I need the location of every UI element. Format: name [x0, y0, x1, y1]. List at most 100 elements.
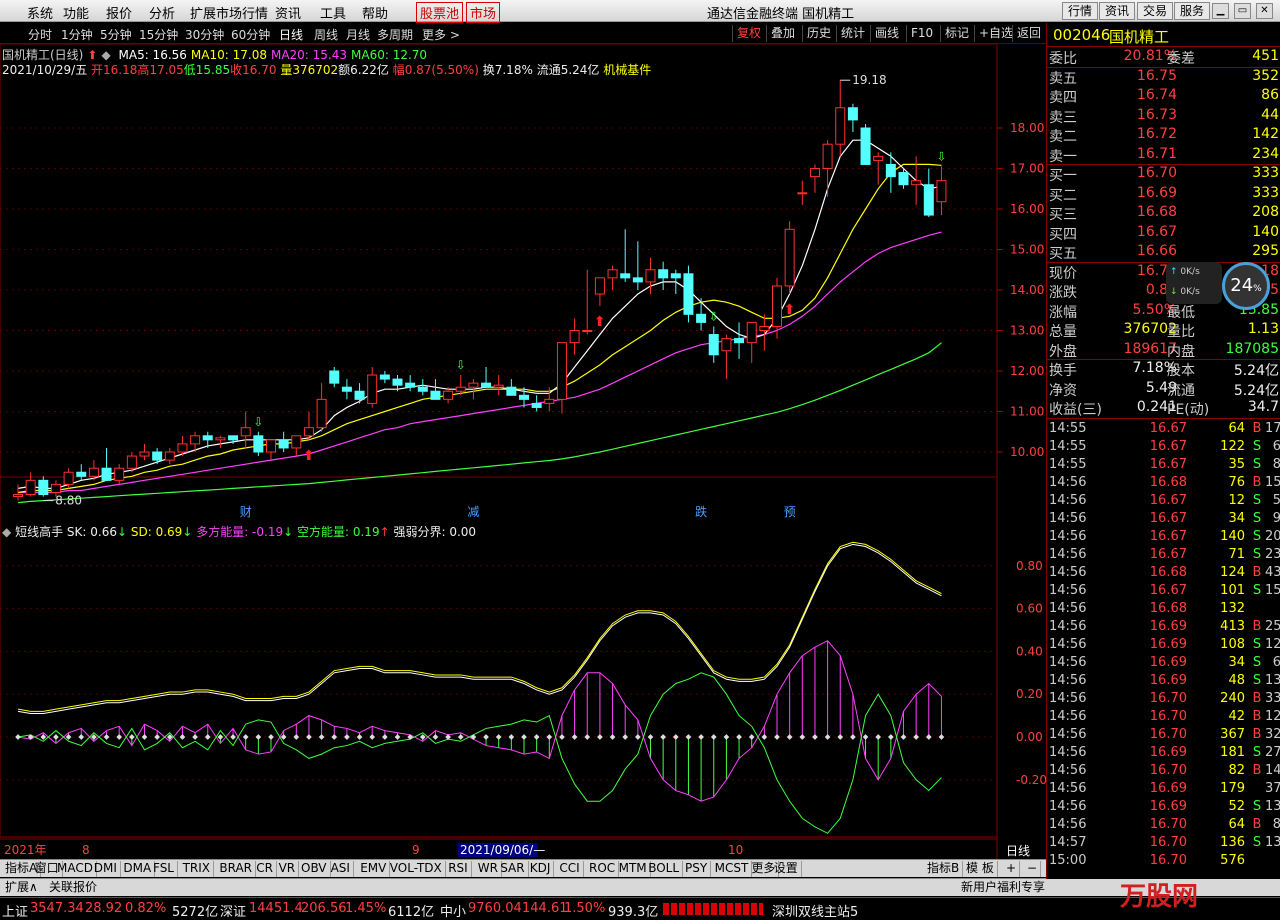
toolbar-button[interactable]: +自选: [974, 25, 1017, 42]
indicator-tab-right[interactable]: −: [1024, 861, 1042, 877]
tick-row: 14:56 16.69 108 S 12: [1047, 637, 1280, 655]
market-button[interactable]: 市场: [466, 2, 501, 23]
indicator-tab[interactable]: VR: [276, 861, 300, 877]
indicator-tab-right[interactable]: +: [1003, 861, 1021, 877]
tick-row: 15:00 16.70 576: [1047, 853, 1280, 871]
period-tab[interactable]: 15分钟: [139, 26, 178, 43]
zero-dot: [938, 734, 945, 740]
tick-price: 16.69: [1149, 618, 1187, 634]
period-tab[interactable]: 更多 >: [422, 26, 460, 43]
toolbar-button[interactable]: 复权: [732, 25, 765, 42]
indicator-tab[interactable]: FSL: [150, 861, 178, 877]
period-tab[interactable]: 分时: [28, 26, 52, 43]
period-tab[interactable]: 周线: [314, 26, 338, 43]
indicator-tab[interactable]: BOLL: [645, 861, 684, 877]
indicator-tab[interactable]: CCI: [556, 861, 584, 877]
tick-row: 14:56 16.68 132: [1047, 601, 1280, 619]
tick-price: 16.68: [1149, 564, 1187, 580]
toolbar-button[interactable]: 标记: [940, 25, 973, 42]
period-tab[interactable]: 5分钟: [100, 26, 132, 43]
stock-pool-button[interactable]: 股票池: [416, 2, 464, 23]
info-amount: 额6.22亿: [338, 63, 389, 77]
quote-row: 买五 16.66 295: [1047, 243, 1280, 262]
expand-button[interactable]: 扩展∧: [2, 880, 41, 895]
indicator-tab[interactable]: KDJ: [527, 861, 555, 877]
ind-y-tick-label: 0.80: [1016, 559, 1043, 573]
candle-body: [708, 334, 719, 356]
indicator-tab[interactable]: 设置: [771, 861, 802, 877]
period-tab[interactable]: 30分钟: [185, 26, 224, 43]
toolbar-button[interactable]: 统计: [836, 25, 869, 42]
tick-direction: S: [1252, 636, 1262, 652]
indicator-tab-right[interactable]: 模 板: [963, 861, 998, 877]
kline-chart[interactable]: 18.00 17.00 16.00 15.00 14.00 13.00 12.00 11.00…: [0, 44, 1046, 859]
related-quote-button[interactable]: 关联报价: [46, 880, 100, 895]
maximize-icon[interactable]: ▭: [1234, 3, 1251, 19]
cpu-usage-value: 24: [1230, 275, 1254, 296]
menu-item[interactable]: 系统: [27, 3, 53, 22]
tick-direction: B: [1252, 816, 1262, 832]
tick-volume: 52: [1228, 798, 1245, 814]
menu-item[interactable]: 工具: [320, 3, 346, 22]
indicator-tab-right[interactable]: 指标B: [924, 861, 964, 877]
tick-count: 6: [1272, 438, 1280, 454]
menu-right-button[interactable]: 服务: [1174, 2, 1211, 20]
y-tick-label: 18.00: [1010, 121, 1044, 135]
toolbar-button[interactable]: 叠加: [766, 25, 799, 42]
close-icon[interactable]: ✕: [1256, 3, 1273, 19]
toolbar-button[interactable]: 画线: [870, 25, 903, 42]
bottom-bar: 扩展∧ 关联报价 新用户福利专享: [0, 878, 1280, 896]
tick-volume: 136: [1220, 834, 1245, 850]
indicator-tab[interactable]: VOL-TDX: [387, 861, 446, 877]
indicator-tab[interactable]: ROC: [586, 861, 620, 877]
menu-right-button[interactable]: 行情: [1062, 2, 1099, 20]
period-tab[interactable]: 日线: [279, 26, 303, 43]
menu-item[interactable]: 扩展市场行情: [190, 3, 268, 22]
indicator-tab[interactable]: SAR: [497, 861, 529, 877]
minimize-icon[interactable]: ▁: [1212, 3, 1229, 19]
indicator-tab[interactable]: CR: [253, 861, 277, 877]
menu-item[interactable]: 资讯: [275, 3, 301, 22]
menu-right-button[interactable]: 交易: [1137, 2, 1174, 20]
candle-body: [809, 168, 820, 178]
menu-item[interactable]: 帮助: [362, 3, 388, 22]
period-tab[interactable]: 60分钟: [231, 26, 270, 43]
tick-price: 16.67: [1149, 510, 1187, 526]
ind-y-tick-label: 0.60: [1016, 602, 1043, 616]
period-tab[interactable]: 1分钟: [61, 26, 93, 43]
toolbar-button[interactable]: 历史: [802, 25, 835, 42]
menu-item[interactable]: 报价: [106, 3, 132, 22]
zero-dot: [369, 734, 376, 740]
zero-dot: [306, 734, 312, 740]
indicator-tab[interactable]: TRIX: [180, 861, 215, 877]
menu-item[interactable]: 功能: [63, 3, 89, 22]
toolbar-button[interactable]: 返回: [1012, 25, 1045, 42]
tick-row: 14:56 16.70 42 B 12: [1047, 709, 1280, 727]
indicator-tab[interactable]: OBV: [298, 861, 331, 877]
bull-energy-line: [17, 640, 942, 802]
indicator-tab[interactable]: EMV: [357, 861, 391, 877]
menu-item[interactable]: 分析: [149, 3, 175, 22]
tick-volume: 181: [1220, 744, 1245, 760]
zero-dot: [394, 734, 401, 740]
chart-toolbar: 分时 1分钟 5分钟 15分钟 30分钟 60分钟 日线 周线 月线 多周期 更多 > 复权 叠加 历史…: [0, 23, 1046, 44]
candle-body: [468, 382, 479, 388]
toolbar-button[interactable]: F10: [906, 25, 937, 42]
quote-row: 卖三 16.73 44: [1047, 107, 1280, 126]
period-tab[interactable]: 多周期: [377, 26, 413, 43]
quote-row-label: 买五: [1049, 246, 1077, 262]
zero-dot: [635, 734, 641, 740]
indicator-tab[interactable]: DMI: [91, 861, 121, 877]
zero-dot: [116, 734, 123, 740]
indicator-tab[interactable]: BRAR: [216, 861, 257, 877]
indicator-tab[interactable]: MCST: [712, 861, 753, 877]
period-tab[interactable]: 月线: [346, 26, 370, 43]
zero-dot: [900, 734, 907, 740]
server-name[interactable]: 深圳双线主站5: [772, 901, 858, 920]
indicator-tab[interactable]: ASI: [328, 861, 354, 877]
chart-area[interactable]: 18.00 17.00 16.00 15.00 14.00 13.00 12.00 11.00…: [0, 44, 1046, 859]
indicator-tab[interactable]: PSY: [682, 861, 712, 877]
menu-right-button[interactable]: 资讯: [1099, 2, 1136, 20]
indicator-tab[interactable]: RSI: [445, 861, 472, 877]
promo-link[interactable]: 新用户福利专享: [958, 880, 1048, 895]
